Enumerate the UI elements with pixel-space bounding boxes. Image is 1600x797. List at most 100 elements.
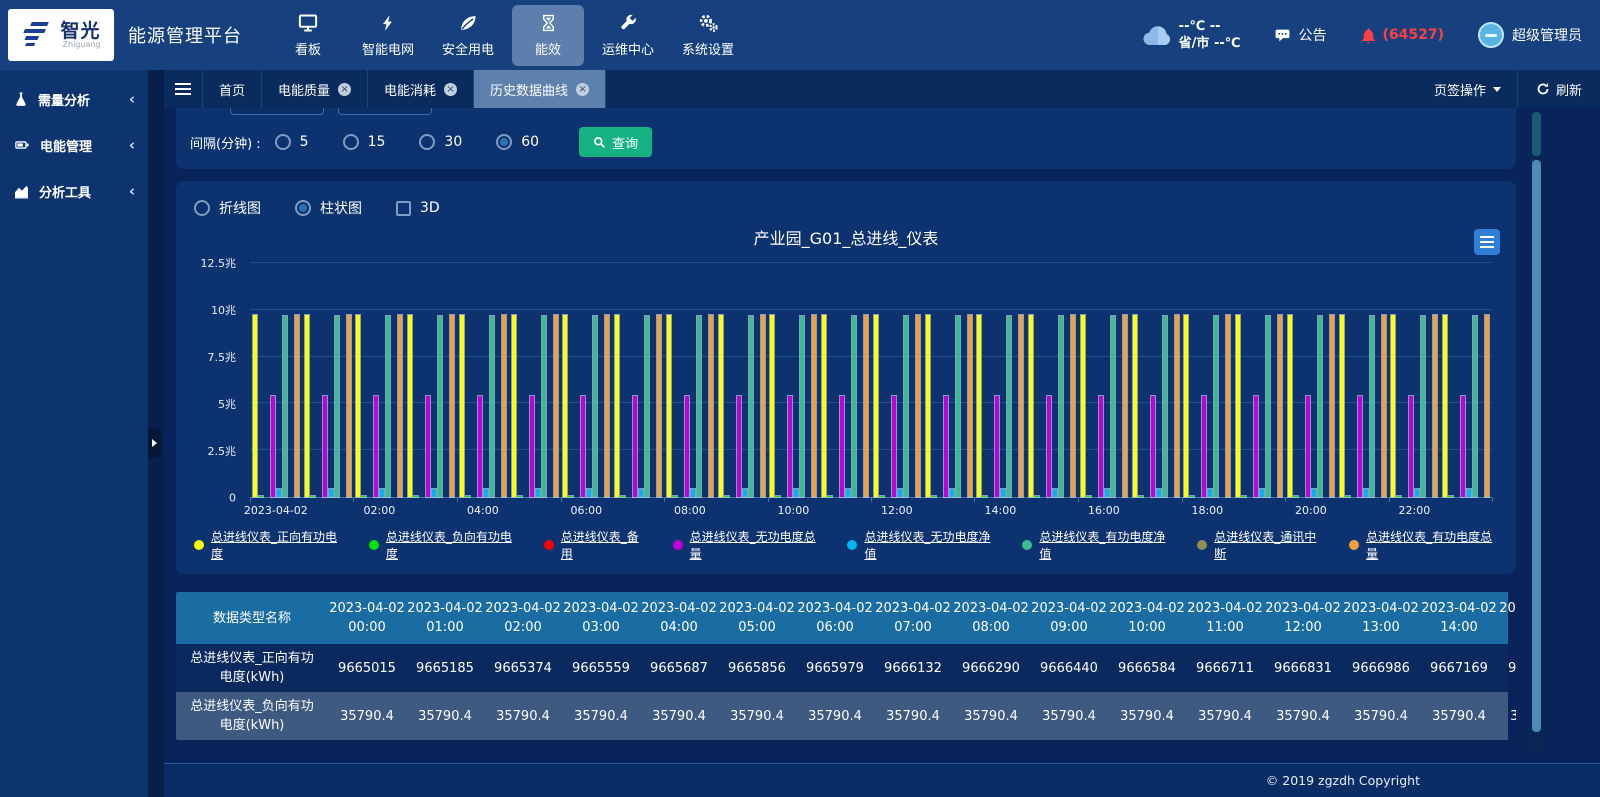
bar[interactable]	[1409, 396, 1413, 498]
tab-operations-dropdown[interactable]: 页签操作	[1418, 80, 1517, 99]
close-icon[interactable]: ×	[444, 83, 457, 96]
bar[interactable]	[347, 315, 351, 497]
bar[interactable]	[1099, 396, 1103, 498]
sidebar-item-2[interactable]: 分析工具 ‹	[0, 168, 148, 214]
bar[interactable]	[1151, 396, 1155, 498]
bar[interactable]	[311, 496, 315, 497]
bar[interactable]	[329, 489, 333, 498]
bar[interactable]	[581, 396, 585, 498]
bar[interactable]	[719, 315, 723, 497]
bar[interactable]	[1397, 496, 1401, 497]
date-to-input[interactable]: 2023-04-02	[338, 108, 432, 115]
bar[interactable]	[840, 396, 844, 498]
bar[interactable]	[950, 489, 954, 498]
search-button[interactable]: 查询	[579, 127, 652, 157]
nav-item-gears[interactable]: 系统设置	[672, 5, 744, 66]
bar[interactable]	[685, 396, 689, 498]
bar[interactable]	[502, 315, 506, 497]
bar[interactable]	[983, 496, 987, 497]
bar[interactable]	[633, 396, 637, 498]
alarm-button[interactable]: (64527)	[1360, 27, 1444, 44]
legend-item[interactable]: 总进线仪表_备用	[544, 528, 647, 562]
bar[interactable]	[335, 316, 339, 497]
announcement-button[interactable]: 公告	[1274, 25, 1326, 45]
bar[interactable]	[432, 489, 436, 498]
bar[interactable]	[323, 396, 327, 498]
nav-item-monitor[interactable]: 看板	[272, 5, 344, 66]
bar[interactable]	[1236, 315, 1240, 497]
bar[interactable]	[691, 489, 695, 498]
bar[interactable]	[794, 489, 798, 498]
bar[interactable]	[1001, 489, 1005, 498]
bar[interactable]	[621, 496, 625, 497]
bar[interactable]	[1157, 489, 1161, 498]
bar[interactable]	[386, 316, 390, 497]
bar[interactable]	[1019, 315, 1023, 497]
bar[interactable]	[1340, 315, 1344, 497]
bar[interactable]	[414, 496, 418, 497]
scrollbar-thumb[interactable]	[1532, 160, 1541, 732]
bar[interactable]	[880, 496, 884, 497]
bar[interactable]	[277, 489, 281, 498]
bar[interactable]	[1346, 496, 1350, 497]
sidebar-item-1[interactable]: 电能管理 ‹	[0, 122, 148, 168]
bar[interactable]	[460, 315, 464, 497]
bar[interactable]	[1318, 316, 1322, 497]
bar[interactable]	[1081, 315, 1085, 497]
bar[interactable]	[1421, 316, 1425, 497]
tab-3[interactable]: 历史数据曲线 ×	[474, 70, 606, 108]
bar[interactable]	[362, 496, 366, 497]
bar[interactable]	[1111, 316, 1115, 497]
bar[interactable]	[916, 315, 920, 497]
bar[interactable]	[1175, 315, 1179, 497]
bar[interactable]	[639, 489, 643, 498]
bar[interactable]	[466, 496, 470, 497]
nav-item-wrench[interactable]: 运维中心	[592, 5, 664, 66]
bar[interactable]	[725, 496, 729, 497]
bar[interactable]	[1226, 315, 1230, 497]
bar[interactable]	[380, 489, 384, 498]
nav-item-bolt[interactable]: 智能电网	[352, 5, 424, 66]
bar[interactable]	[1214, 316, 1218, 497]
legend-item[interactable]: 总进线仪表_正向有功电度	[194, 528, 343, 562]
bar[interactable]	[426, 396, 430, 498]
bar[interactable]	[518, 496, 522, 497]
bar[interactable]	[776, 496, 780, 497]
interval-radio-15[interactable]: 15	[343, 134, 386, 150]
tab-1[interactable]: 电能质量 ×	[262, 70, 368, 108]
bar[interactable]	[1306, 396, 1310, 498]
bar[interactable]	[926, 315, 930, 497]
bar[interactable]	[874, 315, 878, 497]
bar[interactable]	[305, 315, 309, 497]
bar[interactable]	[1461, 396, 1465, 498]
bar[interactable]	[536, 489, 540, 498]
bar[interactable]	[490, 316, 494, 497]
bar[interactable]	[898, 489, 902, 498]
chart-3d-checkbox[interactable]: 3D	[396, 200, 440, 216]
interval-radio-60[interactable]: 60	[496, 134, 539, 150]
bar[interactable]	[356, 315, 360, 497]
bar[interactable]	[1202, 396, 1206, 498]
legend-item[interactable]: 总进线仪表_有功电度总量	[1349, 528, 1498, 562]
bar[interactable]	[1105, 489, 1109, 498]
bar[interactable]	[512, 315, 516, 497]
chart-menu-icon[interactable]	[1474, 229, 1500, 255]
bar[interactable]	[697, 316, 701, 497]
bar[interactable]	[1266, 316, 1270, 497]
bar[interactable]	[709, 315, 713, 497]
bar[interactable]	[1485, 315, 1489, 497]
bar[interactable]	[892, 396, 896, 498]
bar[interactable]	[587, 489, 591, 498]
bar[interactable]	[554, 315, 558, 497]
bar[interactable]	[1007, 316, 1011, 497]
bar[interactable]	[1467, 489, 1471, 498]
bar[interactable]	[1433, 315, 1437, 497]
bar[interactable]	[542, 316, 546, 497]
bar[interactable]	[484, 489, 488, 498]
legend-item[interactable]: 总进线仪表_通讯中断	[1197, 528, 1323, 562]
bar[interactable]	[1184, 315, 1188, 497]
close-icon[interactable]: ×	[576, 83, 589, 96]
bar[interactable]	[478, 396, 482, 498]
legend-item[interactable]: 总进线仪表_有功电度净值	[1022, 528, 1171, 562]
bar[interactable]	[1047, 396, 1051, 498]
